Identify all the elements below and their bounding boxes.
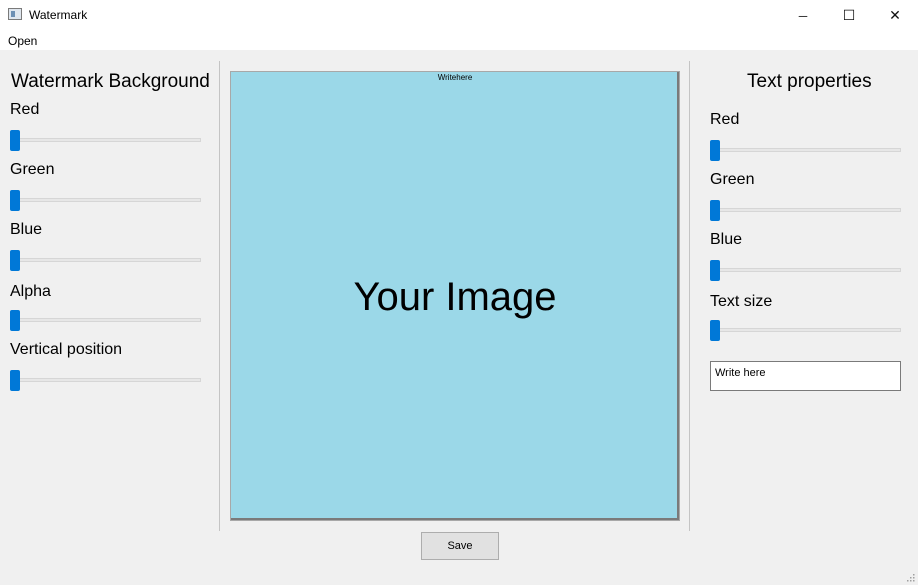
text-red-slider[interactable] bbox=[710, 140, 901, 162]
minimize-button[interactable]: ─ bbox=[780, 0, 826, 31]
watermark-text-preview: Writehere bbox=[437, 73, 473, 82]
text-green-label: Green bbox=[710, 171, 755, 188]
slider-handle[interactable] bbox=[710, 140, 720, 161]
close-icon: ✕ bbox=[889, 7, 901, 23]
bg-green-label: Green bbox=[10, 161, 55, 178]
text-red-label: Red bbox=[710, 111, 740, 128]
menu-open[interactable]: Open bbox=[8, 34, 37, 48]
slider-handle[interactable] bbox=[10, 310, 20, 331]
maximize-icon: ☐ bbox=[842, 7, 856, 23]
slider-track bbox=[10, 378, 201, 382]
text-blue-label: Blue bbox=[710, 231, 743, 248]
slider-track bbox=[10, 198, 201, 202]
slider-handle[interactable] bbox=[10, 130, 20, 151]
maximize-button[interactable]: ☐ bbox=[826, 0, 872, 31]
image-preview[interactable]: Writehere Your Image bbox=[230, 71, 680, 521]
slider-handle[interactable] bbox=[710, 200, 720, 221]
bg-blue-slider[interactable] bbox=[10, 250, 201, 272]
slider-track bbox=[10, 138, 201, 142]
window-title: Watermark bbox=[29, 8, 88, 22]
bg-alpha-slider[interactable] bbox=[10, 310, 201, 332]
slider-track bbox=[710, 268, 901, 272]
minimize-icon: ─ bbox=[798, 8, 808, 23]
slider-handle[interactable] bbox=[10, 190, 20, 211]
title-bar: Watermark ─ ☐ ✕ bbox=[0, 0, 918, 31]
bg-blue-label: Blue bbox=[10, 221, 43, 238]
bg-red-slider[interactable] bbox=[10, 130, 201, 152]
watermark-background-title: Watermark Background bbox=[11, 71, 210, 92]
close-button[interactable]: ✕ bbox=[872, 0, 918, 31]
slider-track bbox=[10, 318, 201, 322]
text-properties-title: Text properties bbox=[747, 71, 872, 92]
image-placeholder-text: Your Image bbox=[353, 275, 557, 319]
watermark-text-input[interactable]: Write here bbox=[710, 361, 901, 391]
slider-handle[interactable] bbox=[10, 370, 20, 391]
right-divider bbox=[689, 61, 690, 531]
bg-vertical-position-slider[interactable] bbox=[10, 370, 201, 392]
main-content: Watermark Background Red Green Blue Alph… bbox=[0, 50, 918, 585]
slider-handle[interactable] bbox=[10, 250, 20, 271]
text-size-label: Text size bbox=[710, 293, 773, 310]
bg-alpha-label: Alpha bbox=[10, 283, 51, 300]
bg-vertical-position-label: Vertical position bbox=[10, 341, 123, 358]
text-green-slider[interactable] bbox=[710, 200, 901, 222]
slider-track bbox=[710, 148, 901, 152]
app-window-icon bbox=[8, 8, 22, 20]
slider-handle[interactable] bbox=[710, 320, 720, 341]
text-size-slider[interactable] bbox=[710, 320, 901, 342]
menu-bar: Open bbox=[0, 31, 918, 50]
left-divider bbox=[219, 61, 220, 531]
resize-grip-icon[interactable] bbox=[905, 572, 915, 582]
save-button[interactable]: Save bbox=[421, 532, 499, 560]
bg-red-label: Red bbox=[10, 101, 40, 118]
slider-track bbox=[710, 328, 901, 332]
slider-handle[interactable] bbox=[710, 260, 720, 281]
slider-track bbox=[10, 258, 201, 262]
text-blue-slider[interactable] bbox=[710, 260, 901, 282]
slider-track bbox=[710, 208, 901, 212]
bg-green-slider[interactable] bbox=[10, 190, 201, 212]
